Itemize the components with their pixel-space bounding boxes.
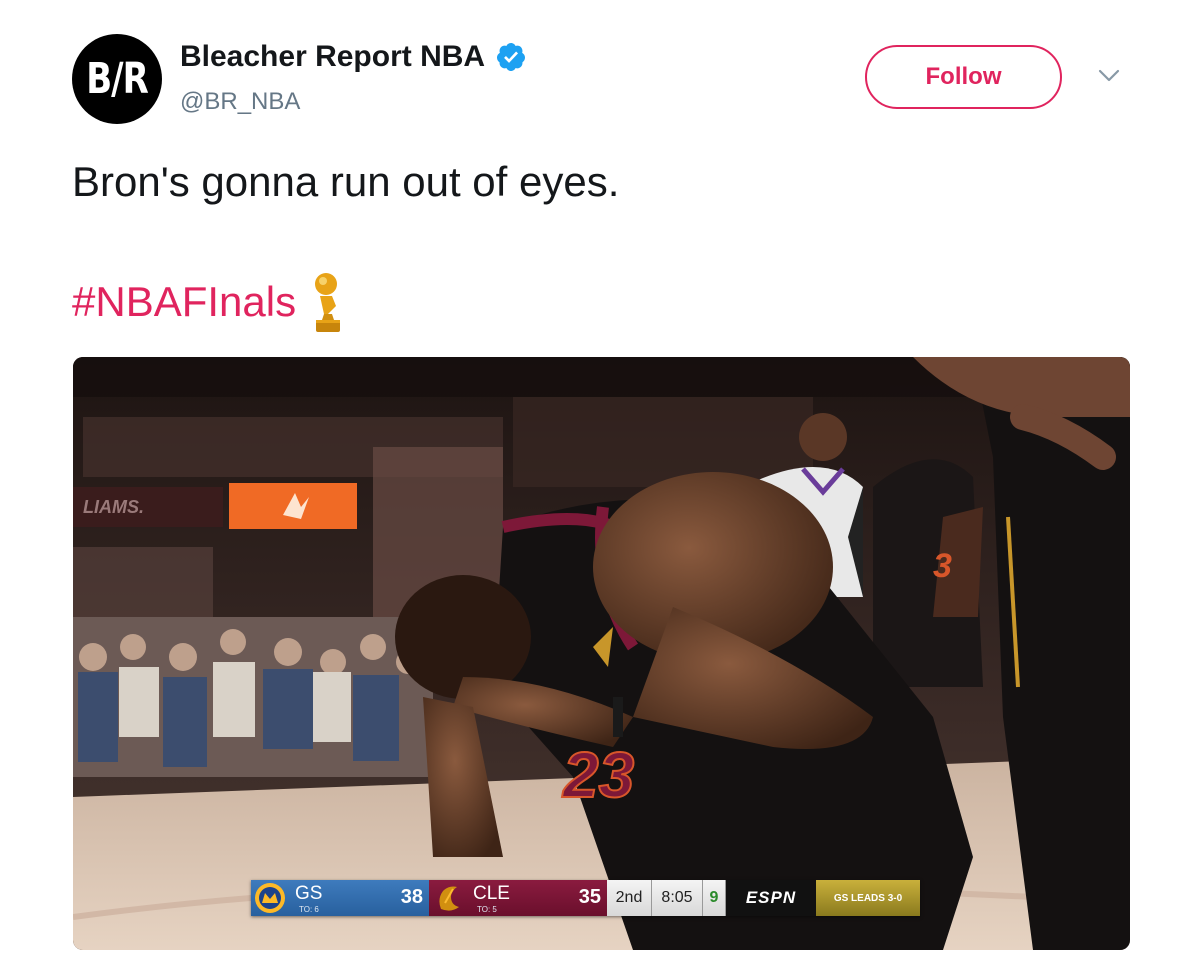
trophy-icon: [315, 273, 341, 332]
scoreboard-away-team: GS TO: 6 38: [251, 880, 429, 916]
tweet-text: Bron's gonna run out of eyes.: [72, 158, 620, 205]
warriors-logo-icon: [255, 883, 285, 913]
author-name-row[interactable]: Bleacher Report NBA: [180, 40, 527, 74]
game-quarter: 2nd: [607, 880, 652, 916]
away-team-abbr: GS: [295, 883, 323, 904]
scoreboard: GS TO: 6 38 CLE TO: 5 35 2nd 8:05 9 ESPN…: [251, 880, 920, 916]
home-score: 35: [578, 886, 601, 908]
arena-sign-text: LIAMS.: [83, 497, 144, 517]
hashtag-line: #NBAFInals: [72, 270, 346, 334]
away-timeouts: TO: 6: [299, 905, 319, 914]
game-photo: LIAMS. 3 23: [73, 357, 1130, 950]
network-logo: ESPN: [726, 880, 816, 916]
series-status: GS LEADS 3-0: [816, 880, 920, 916]
hashtag-link[interactable]: #NBAFInals: [72, 278, 296, 326]
chevron-down-icon[interactable]: [1098, 68, 1120, 84]
home-team-abbr: CLE: [473, 883, 510, 904]
home-timeouts: TO: 5: [477, 905, 497, 914]
tweet-media-image[interactable]: LIAMS. 3 23 GS TO: 6 38 CLE TO: 5 35 2nd…: [73, 357, 1130, 950]
game-clock: 8:05: [652, 880, 703, 916]
follow-button[interactable]: Follow: [865, 45, 1062, 109]
verified-badge-icon: [497, 43, 526, 71]
avatar-logo: B/R: [86, 54, 149, 104]
scoreboard-home-team: CLE TO: 5 35: [429, 880, 607, 916]
author-handle[interactable]: @BR_NBA: [180, 88, 300, 116]
shot-clock: 9: [703, 880, 726, 916]
cavaliers-logo-icon: [439, 886, 459, 911]
away-score: 38: [400, 886, 423, 908]
jersey-number: 23: [562, 739, 634, 811]
author-display-name[interactable]: Bleacher Report NBA: [180, 40, 485, 74]
avatar[interactable]: B/R: [72, 34, 162, 124]
svg-text:3: 3: [933, 547, 952, 585]
